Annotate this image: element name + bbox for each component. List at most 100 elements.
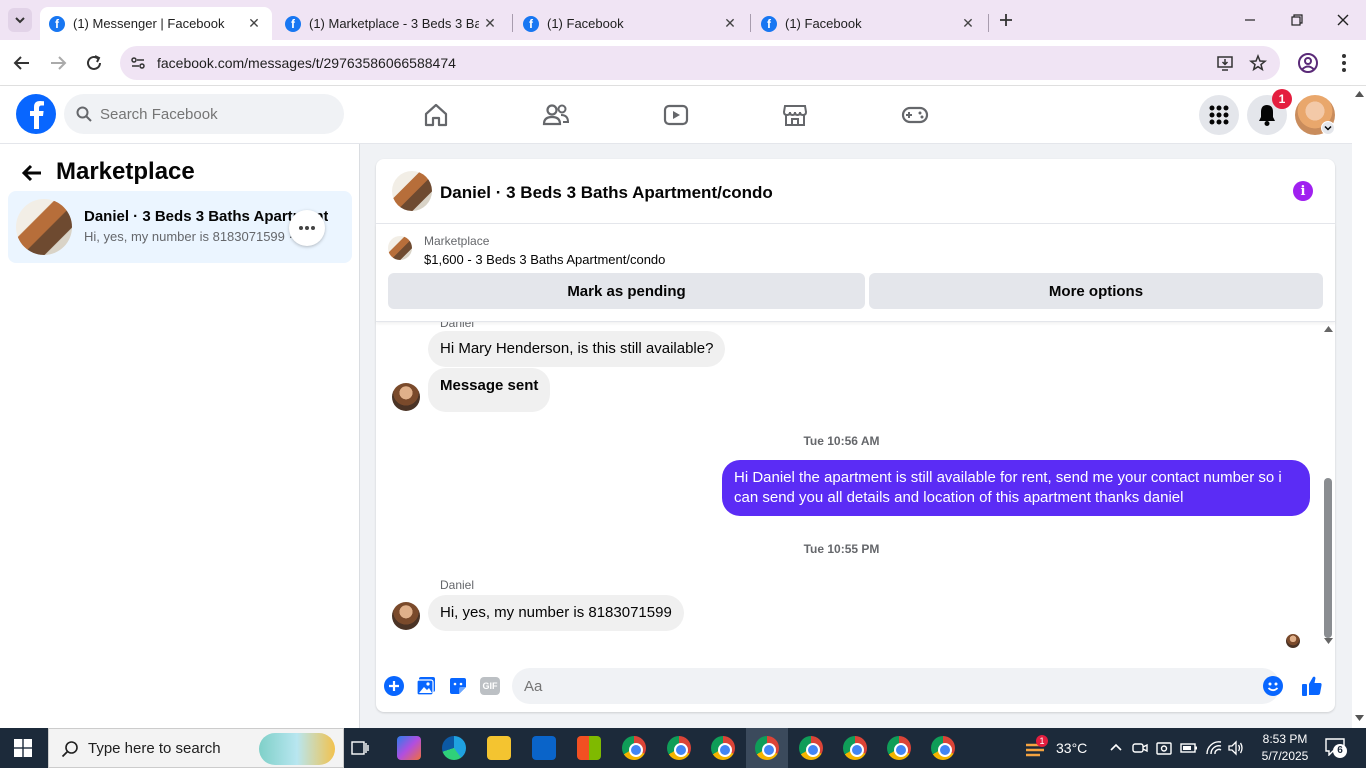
nav-gaming[interactable] (898, 98, 932, 132)
chat-title[interactable]: Daniel · 3 Beds 3 Baths Apartment/condo (440, 183, 773, 203)
chat-header: Daniel · 3 Beds 3 Baths Apartment/condo … (376, 159, 1335, 224)
file-explorer-icon[interactable] (487, 736, 511, 760)
message-bubble[interactable]: Hi, yes, my number is 8183071599 (428, 595, 684, 631)
clock-date[interactable]: 5/7/2025 (1250, 749, 1320, 763)
message-composer: GIF (376, 662, 1335, 712)
nav-video[interactable] (659, 98, 693, 132)
sticker-icon (450, 678, 466, 694)
profile-button[interactable] (1297, 52, 1319, 74)
chrome-profile-icon[interactable] (667, 736, 691, 760)
tab-search-button[interactable] (8, 8, 32, 32)
listing-title[interactable]: $1,600 - 3 Beds 3 Baths Apartment/condo (424, 252, 665, 267)
listing-thumbnail[interactable] (388, 236, 412, 260)
close-tab-icon[interactable]: ✕ (482, 15, 498, 31)
battery-icon[interactable] (1180, 740, 1198, 756)
conversation-options-button[interactable] (289, 210, 325, 246)
install-app-icon[interactable] (1216, 54, 1234, 72)
chrome-profile-icon[interactable] (931, 736, 955, 760)
scroll-thumb[interactable] (1324, 478, 1332, 638)
facebook-logo[interactable] (16, 94, 56, 134)
mark-as-pending-button[interactable]: Mark as pending (388, 273, 865, 309)
marketplace-label: Marketplace (424, 234, 490, 248)
search-input[interactable] (100, 94, 330, 134)
tab-facebook-1[interactable]: f (1) Facebook ✕ (514, 7, 748, 40)
scroll-up-icon[interactable] (1324, 326, 1333, 332)
daniel-avatar[interactable] (392, 383, 420, 411)
close-window-button[interactable] (1333, 10, 1353, 30)
notification-center-button[interactable]: 6 (1325, 738, 1347, 758)
restore-button[interactable] (1287, 10, 1307, 30)
conversation-item[interactable]: Daniel · 3 Beds 3 Baths Apartment/condo … (8, 191, 352, 263)
clock-time[interactable]: 8:53 PM (1250, 732, 1320, 746)
emoji-button[interactable] (1261, 674, 1285, 698)
facebook-search[interactable] (64, 94, 344, 134)
chat-scrollbar[interactable] (1321, 322, 1335, 662)
forward-button[interactable] (46, 51, 70, 75)
chrome-profile-icon[interactable] (887, 736, 911, 760)
reload-button[interactable] (82, 51, 106, 75)
scroll-down-icon[interactable] (1355, 715, 1364, 721)
conversation-snippet: Hi, yes, my number is 8183071599 · 2m (84, 229, 294, 244)
windows-logo-icon (14, 739, 32, 757)
scroll-up-icon[interactable] (1355, 91, 1364, 97)
nav-marketplace[interactable] (778, 98, 812, 132)
weather-icon[interactable]: 1 (1024, 735, 1048, 759)
back-button[interactable] (10, 51, 34, 75)
page-scrollbar[interactable] (1352, 86, 1366, 728)
grid-menu-icon (1209, 105, 1229, 125)
chat-thumbnail[interactable] (392, 171, 432, 211)
copilot-app-icon[interactable] (397, 736, 421, 760)
tab-messenger[interactable]: f (1) Messenger | Facebook ✕ (40, 7, 272, 40)
menu-button[interactable] (1199, 95, 1239, 135)
wifi-icon[interactable] (1205, 740, 1223, 756)
minimize-button[interactable] (1240, 10, 1260, 30)
my-message-bubble[interactable]: Hi Daniel the apartment is still availab… (722, 460, 1310, 516)
message-bubble[interactable]: Hi Mary Henderson, is this still availab… (428, 331, 726, 367)
show-hidden-icons-button[interactable] (1108, 740, 1124, 756)
back-button[interactable] (20, 161, 44, 185)
gif-button[interactable]: GIF (478, 674, 502, 698)
chrome-profile-icon[interactable] (843, 736, 867, 760)
chrome-profile-icon[interactable] (755, 736, 779, 760)
nav-home[interactable] (419, 98, 453, 132)
close-tab-icon[interactable]: ✕ (960, 15, 976, 31)
start-button[interactable] (14, 739, 32, 757)
bookmark-star-icon[interactable] (1249, 54, 1267, 72)
volume-icon[interactable] (1228, 740, 1244, 756)
tab-marketplace[interactable]: f (1) Marketplace - 3 Beds 3 Bath ✕ (276, 7, 508, 40)
kebab-menu-icon (1342, 54, 1346, 72)
search-icon (76, 106, 92, 122)
camera-icon[interactable] (1156, 740, 1172, 756)
task-view-button[interactable] (350, 738, 370, 758)
new-tab-button[interactable] (996, 10, 1016, 30)
browser-menu-button[interactable] (1338, 52, 1350, 74)
message-input[interactable] (512, 668, 1280, 704)
close-tab-icon[interactable]: ✕ (246, 15, 262, 31)
chrome-profile-icon[interactable] (799, 736, 823, 760)
task-view-icon (351, 741, 369, 755)
edge-app-icon[interactable] (442, 736, 466, 760)
meet-now-icon[interactable] (1132, 740, 1148, 756)
chrome-app-icon[interactable] (622, 736, 646, 760)
chrome-profile-icon[interactable] (711, 736, 735, 760)
more-actions-button[interactable] (382, 674, 406, 698)
like-button[interactable] (1300, 674, 1324, 698)
daniel-avatar[interactable] (392, 602, 420, 630)
outlook-app-icon[interactable] (532, 736, 556, 760)
taskbar-search[interactable]: Type here to search (48, 728, 344, 768)
nav-friends[interactable] (539, 98, 573, 132)
attach-photo-button[interactable] (414, 674, 438, 698)
weather-temp[interactable]: 33°C (1056, 740, 1087, 756)
store-app-icon[interactable] (577, 736, 601, 760)
more-options-button[interactable]: More options (869, 273, 1323, 309)
sticker-button[interactable] (446, 674, 470, 698)
info-icon[interactable]: i (1293, 181, 1313, 201)
video-icon (663, 104, 689, 126)
scroll-down-icon[interactable] (1324, 638, 1333, 644)
address-bar[interactable]: facebook.com/messages/t/2976358606658847… (120, 46, 1280, 80)
message-bubble[interactable]: Message sent (428, 368, 551, 412)
account-avatar[interactable] (1295, 95, 1335, 135)
site-settings-icon[interactable] (130, 55, 146, 71)
close-tab-icon[interactable]: ✕ (722, 15, 738, 31)
tab-facebook-2[interactable]: f (1) Facebook ✕ (752, 7, 986, 40)
